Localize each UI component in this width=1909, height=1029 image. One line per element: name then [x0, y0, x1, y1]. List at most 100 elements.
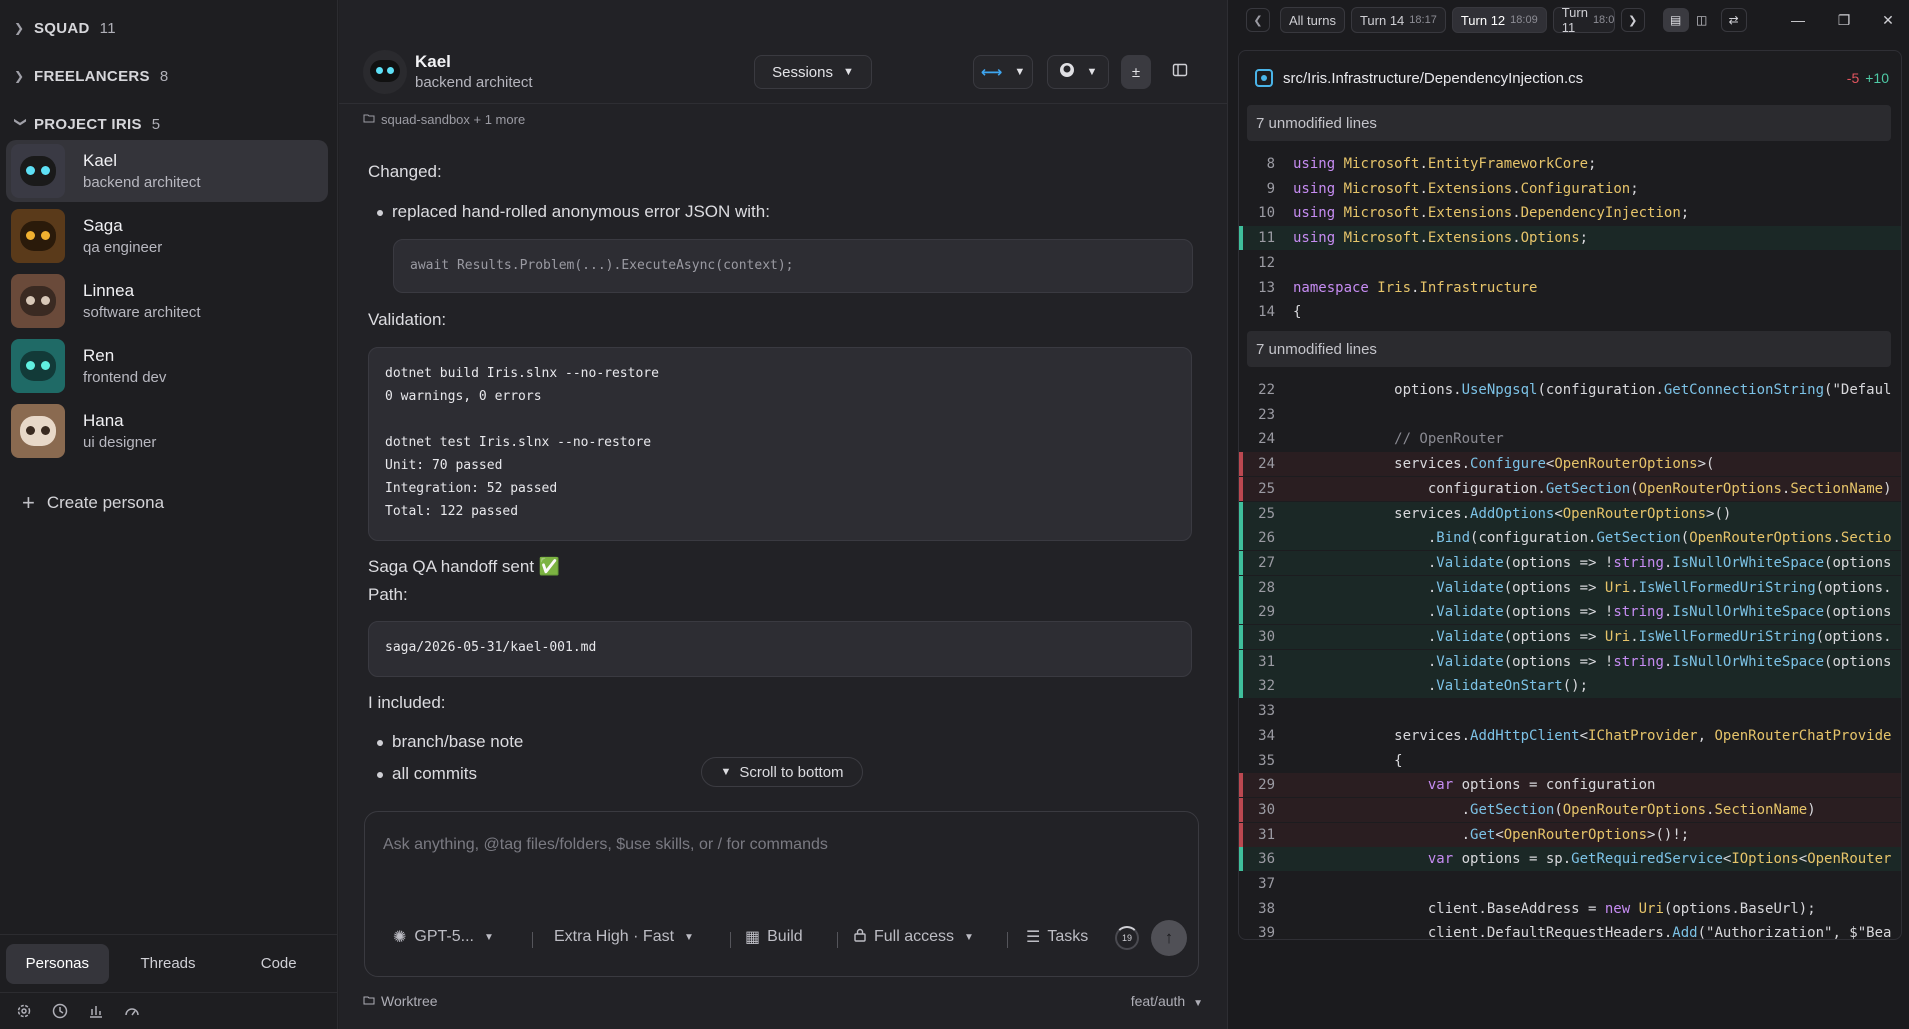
- turn-time: 18:17: [1409, 14, 1437, 26]
- minimize-icon[interactable]: —: [1790, 12, 1806, 28]
- line-code: namespace Iris.Infrastructure: [1293, 279, 1538, 296]
- line-code: .Validate(options => Uri.IsWellFormedUri…: [1293, 629, 1892, 645]
- layout-toggle-button[interactable]: [1165, 55, 1195, 89]
- diff-line-added: 30 .Validate(options => Uri.IsWellFormed…: [1239, 625, 1901, 649]
- chevron-down-icon: ▼: [1014, 66, 1026, 78]
- restore-icon[interactable]: ❐: [1836, 12, 1852, 28]
- prev-turn-button[interactable]: ❮: [1246, 8, 1270, 32]
- persona-hana[interactable]: Hana ui designer: [6, 400, 328, 462]
- line-number: 29: [1258, 777, 1275, 794]
- diff-line-added: 11 using Microsoft.Extensions.Options;: [1239, 226, 1901, 251]
- workspace-label[interactable]: squad-sandbox + 1 more: [363, 112, 525, 127]
- group-label: PROJECT IRIS: [34, 115, 142, 133]
- turn-time: 18:0: [1592, 14, 1615, 26]
- toolbox-icon: ▦: [745, 929, 761, 946]
- turn-14[interactable]: Turn 14 18:17: [1350, 7, 1446, 33]
- line-number: 26: [1258, 530, 1275, 547]
- history-icon[interactable]: [42, 1003, 78, 1019]
- chevron-down-icon: ▼: [1086, 66, 1098, 78]
- line-number: 25: [1258, 480, 1275, 497]
- panel-icon: [1172, 62, 1188, 82]
- mode-select[interactable]: ▦ Build: [745, 922, 803, 952]
- arrow-up-icon: ↑: [1164, 928, 1174, 947]
- split-view-button[interactable]: ◫: [1689, 8, 1715, 32]
- code-block: await Results.Problem(...).ExecuteAsync(…: [393, 239, 1193, 293]
- model-select[interactable]: ✺ GPT-5... ▼: [393, 922, 494, 952]
- branch-label: feat/auth: [1130, 993, 1186, 1009]
- chat-input[interactable]: Ask anything, @tag files/folders, $use s…: [364, 811, 1199, 977]
- branch-select[interactable]: feat/auth ▼: [1131, 993, 1203, 1009]
- diff-line-added: 25 services.AddOptions<OpenRouterOptions…: [1239, 501, 1901, 526]
- unmodified-lines-expander[interactable]: 7 unmodified lines: [1247, 331, 1891, 367]
- turn-11[interactable]: Turn 11 18:0: [1552, 7, 1615, 33]
- scroll-label: Scroll to bottom: [739, 763, 844, 781]
- persona-name: Kael: [83, 151, 118, 170]
- effort-select[interactable]: Extra High · Fast ▼: [554, 922, 694, 952]
- close-icon[interactable]: ✕: [1880, 12, 1896, 28]
- create-persona-button[interactable]: + Create persona: [22, 490, 164, 516]
- included-heading: I included:: [368, 693, 446, 712]
- diff-line-removed: 24 services.Configure<OpenRouterOptions>…: [1239, 452, 1901, 477]
- group-label: SQUAD: [34, 19, 90, 37]
- turn-all[interactable]: All turns: [1280, 7, 1345, 33]
- list-icon: ☰: [1026, 929, 1041, 946]
- persona-linnea[interactable]: Linnea software architect: [6, 270, 328, 332]
- line-number: 31: [1258, 826, 1275, 843]
- diff-line: 12: [1239, 251, 1901, 275]
- line-code: options.UseNpgsql(configuration.GetConne…: [1293, 382, 1892, 398]
- chat-panel: Kael backend architect Sessions ▼ ⟷ ▼ ▼ …: [339, 0, 1227, 1029]
- github-icon: [1059, 62, 1075, 82]
- worktree-button[interactable]: Worktree: [363, 993, 438, 1009]
- line-number: 34: [1258, 727, 1275, 744]
- github-button[interactable]: ▼: [1047, 55, 1109, 89]
- access-select[interactable]: Full access ▼: [853, 922, 974, 952]
- line-code: .ValidateOnStart();: [1293, 678, 1589, 695]
- chevron-down-icon: ▼: [1193, 998, 1203, 1009]
- line-number: 24: [1258, 431, 1275, 448]
- line-code: using Microsoft.Extensions.Options;: [1293, 230, 1589, 247]
- persona-kael[interactable]: Kael backend architect: [6, 140, 328, 202]
- sidebar: ❯ SQUAD 11 ❯ FREELANCERS 8 ❯ PROJECT IRI…: [0, 0, 338, 1029]
- gauge-icon[interactable]: [114, 1003, 150, 1019]
- turn-12[interactable]: Turn 12 18:09: [1451, 7, 1547, 33]
- line-number: 30: [1258, 801, 1275, 818]
- group-squad[interactable]: ❯ SQUAD 11: [14, 15, 116, 41]
- next-turn-button[interactable]: ❯: [1620, 8, 1645, 32]
- avatar: [11, 339, 65, 393]
- persona-saga[interactable]: Saga qa engineer: [6, 205, 328, 267]
- group-project-iris[interactable]: ❯ PROJECT IRIS 5: [14, 111, 160, 137]
- line-number: 32: [1258, 678, 1275, 695]
- tab-code[interactable]: Code: [227, 944, 330, 984]
- tab-threads[interactable]: Threads: [117, 944, 220, 984]
- persona-ren[interactable]: Ren frontend dev: [6, 335, 328, 397]
- line-code: .Validate(options => !string.IsNullOrWhi…: [1293, 604, 1892, 621]
- persona-role: software architect: [83, 304, 201, 321]
- persona-name: Hana: [83, 411, 124, 430]
- line-number: 13: [1258, 279, 1275, 296]
- chevron-right-icon: ❯: [14, 21, 25, 35]
- diff-line: 14 {: [1239, 300, 1901, 324]
- tab-personas[interactable]: Personas: [6, 943, 109, 984]
- model-label: GPT-5...: [414, 928, 474, 945]
- group-freelancers[interactable]: ❯ FREELANCERS 8: [14, 63, 168, 89]
- chevron-down-icon: ▼: [684, 931, 694, 943]
- chevron-down-icon: ▼: [720, 766, 732, 778]
- line-number: 31: [1258, 653, 1275, 670]
- line-code: var options = configuration: [1427, 777, 1656, 794]
- send-button[interactable]: ↑: [1151, 920, 1187, 956]
- persona-name: Ren: [83, 346, 115, 365]
- unified-view-button[interactable]: ▤: [1662, 8, 1689, 32]
- diff-line-added: 29 .Validate(options => !string.IsNullOr…: [1239, 600, 1901, 625]
- gear-icon[interactable]: [6, 1003, 42, 1019]
- scroll-to-bottom-button[interactable]: ▼ Scroll to bottom: [701, 757, 863, 787]
- vscode-button[interactable]: ⟷ ▼: [973, 55, 1033, 89]
- wrap-toggle-button[interactable]: ⇄: [1720, 8, 1747, 32]
- diff-toggle-button[interactable]: ±: [1121, 55, 1151, 89]
- tasks-button[interactable]: ☰ Tasks: [1026, 922, 1088, 952]
- line-number: 35: [1258, 752, 1275, 769]
- additions-count: +10: [1865, 70, 1889, 86]
- sessions-dropdown[interactable]: Sessions ▼: [754, 55, 872, 89]
- diff-line: 23: [1239, 403, 1901, 427]
- unmodified-lines-expander[interactable]: 7 unmodified lines: [1247, 105, 1891, 141]
- chart-icon[interactable]: [78, 1003, 114, 1019]
